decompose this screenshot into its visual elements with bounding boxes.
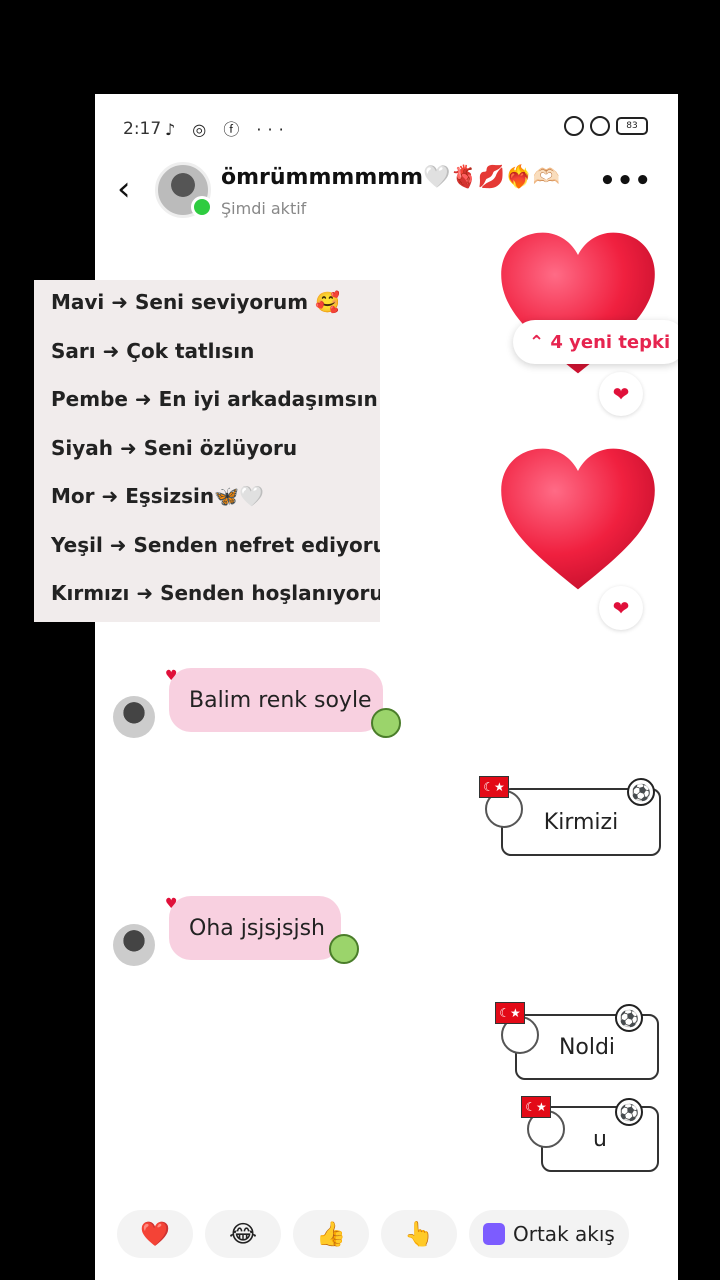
- online-indicator: [191, 196, 213, 218]
- frog-sticker-icon: [371, 708, 401, 738]
- list-item: Siyah ➜ Seni özlüyoru: [51, 436, 298, 460]
- battery-icon: 83: [616, 117, 648, 135]
- settings-icon: [564, 116, 584, 136]
- laugh-chip[interactable]: 😂: [205, 1210, 281, 1258]
- heart-sticker-2[interactable]: [498, 444, 658, 594]
- more-icon[interactable]: •••: [599, 166, 652, 196]
- point-up-chip[interactable]: 👆: [381, 1210, 457, 1258]
- chat-screen: 2:17 ♪ ◎ ⓕ ··· 83 ‹ ömrümmmmmm🤍🫀💋❤️‍🔥🫶🏻 …: [95, 94, 678, 1280]
- status-bar: 2:17 ♪ ◎ ⓕ ··· 83: [95, 94, 678, 164]
- signal-icon: [590, 116, 610, 136]
- heart-reaction[interactable]: ❤: [599, 586, 643, 630]
- notification-icons: ♪ ◎ ⓕ ···: [165, 120, 290, 139]
- avatar[interactable]: [113, 696, 155, 738]
- avatar[interactable]: [113, 924, 155, 966]
- list-item: Mavi ➜ Seni seviyorum 🥰: [51, 290, 340, 314]
- football-icon: ⚽: [627, 778, 655, 806]
- heart-reaction[interactable]: ❤: [599, 372, 643, 416]
- flag-icon: ☾★: [521, 1096, 551, 1118]
- frog-sticker-icon: [329, 934, 359, 964]
- video-icon: [483, 1223, 505, 1245]
- new-reactions-button[interactable]: ⌃ 4 yeni tepki: [513, 320, 678, 364]
- message-bubble[interactable]: Oha jsjsjsjsh: [169, 896, 341, 960]
- list-item: Mor ➜ Eşsizsin🦋🤍: [51, 484, 264, 508]
- flag-icon: ☾★: [495, 1002, 525, 1024]
- flag-icon: ☾★: [479, 776, 509, 798]
- color-meaning-image: Mavi ➜ Seni seviyorum 🥰 Sarı ➜ Çok tatlı…: [34, 280, 380, 622]
- system-icons: 83: [564, 116, 648, 136]
- list-item: Kırmızı ➜ Senden hoşlanıyorum: [51, 581, 380, 605]
- thumbs-up-chip[interactable]: 👍: [293, 1210, 369, 1258]
- heart-icon: ♥: [165, 668, 178, 684]
- shared-feed-button[interactable]: Ortak akış: [469, 1210, 629, 1258]
- shared-feed-label: Ortak akış: [513, 1222, 615, 1246]
- heart-chip[interactable]: ❤️: [117, 1210, 193, 1258]
- heart-icon: ♥: [165, 896, 178, 912]
- list-item: Pembe ➜ En iyi arkadaşımsın: [51, 387, 378, 411]
- status-time: 2:17: [123, 119, 162, 139]
- list-item: Sarı ➜ Çok tatlısın: [51, 339, 255, 363]
- chevron-left-icon[interactable]: ‹: [117, 172, 131, 206]
- list-item: Yeşil ➜ Senden nefret ediyorum: [51, 533, 380, 557]
- quick-reply-bar: ❤️ 😂 👍 👆 Ortak akış: [117, 1210, 629, 1258]
- contact-status: Şimdi aktif: [221, 199, 307, 218]
- football-icon: ⚽: [615, 1098, 643, 1126]
- chat-header: ‹ ömrümmmmmm🤍🫀💋❤️‍🔥🫶🏻 Şimdi aktif •••: [95, 158, 678, 228]
- contact-name[interactable]: ömrümmmmmm🤍🫀💋❤️‍🔥🫶🏻: [221, 165, 560, 190]
- football-icon: ⚽: [615, 1004, 643, 1032]
- message-bubble[interactable]: Balim renk soyle: [169, 668, 383, 732]
